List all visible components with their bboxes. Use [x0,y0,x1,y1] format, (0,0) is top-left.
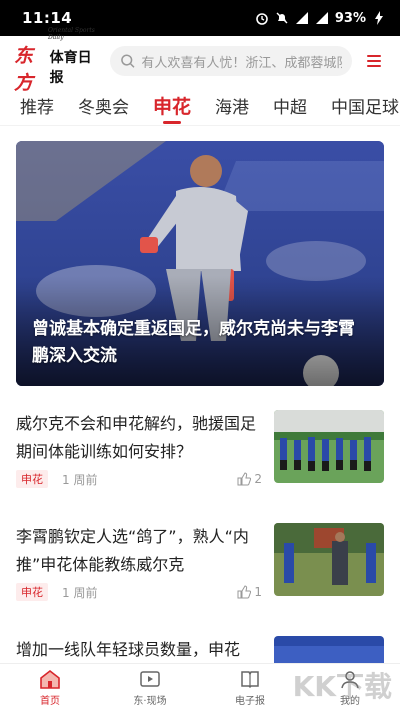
search-placeholder: 有人欢喜有人忧！浙江、成都蓉城队 [141,55,342,71]
category-tag: 申花 [16,470,48,488]
news-meta: 申花 1 周前 1 [16,583,262,601]
tab-csl[interactable]: 中超 [273,86,307,126]
like-button[interactable]: 1 [237,585,262,599]
news-thumbnail [274,523,384,596]
signal-icon-2 [315,12,328,24]
charging-icon [375,11,383,25]
news-item[interactable]: 威尔克不会和申花解约，驰援国足期间体能训练如何安排？ 申花 1 周前 2 [16,410,384,490]
news-item[interactable]: 李霄鹏钦定人选“鸽了”，熟人“内推”申花体能教练威尔克 申花 1 周前 1 [16,523,384,603]
tab-china-football[interactable]: 中国足球 [331,86,399,126]
mute-icon [276,12,288,24]
category-tag: 申花 [16,583,48,601]
watermark: KK下载 [292,670,392,703]
nav-label: 东·现场 [133,695,167,707]
thumbs-up-icon [237,472,252,486]
status-icons: 93% [255,11,386,26]
news-thumbnail [274,410,384,483]
logo-english: Oriental Sports Daily [48,27,95,41]
news-meta: 申花 1 周前 2 [16,470,262,488]
like-button[interactable]: 2 [237,472,262,486]
news-title: 增加一线队年轻球员数量，申花 [16,640,241,659]
tab-haigang[interactable]: 海港 [215,86,249,126]
hero-article[interactable]: 曾诚基本确定重返国足，威尔克尚未与李霄鹏深入交流 [16,141,384,386]
tab-shenhua[interactable]: 申花 [153,86,191,126]
nav-home[interactable]: 首页 [0,664,100,711]
nav-label: 首页 [40,695,60,707]
status-time: 11:14 [22,9,73,27]
menu-icon [367,55,381,67]
publish-time: 1 周前 [62,472,98,487]
menu-button[interactable] [360,47,388,75]
thumbs-up-icon [237,585,252,599]
battery-percent: 93% [334,10,366,26]
hero-title: 曾诚基本确定重返国足，威尔克尚未与李霄鹏深入交流 [32,319,355,366]
nav-live[interactable]: 东·现场 [100,664,200,711]
logo-black-text: 体育日报 [49,50,92,86]
search-input[interactable]: 有人欢喜有人忧！浙江、成都蓉城队 [110,46,352,76]
tab-recommend[interactable]: 推荐 [20,86,54,126]
signal-icon [295,12,308,24]
news-title: 威尔克不会和申花解约，驰援国足期间体能训练如何安排？ [16,414,257,461]
like-count: 2 [254,472,262,486]
home-icon [40,669,60,689]
alarm-icon [256,13,268,25]
nav-epaper[interactable]: 电子报 [200,664,300,711]
channel-tabs: 推荐 冬奥会 申花 海港 中超 中国足球 [0,86,400,126]
search-icon [121,54,135,68]
like-count: 1 [254,585,262,599]
video-icon [140,670,160,687]
tab-winter-olympics[interactable]: 冬奥会 [78,86,129,126]
news-title: 李霄鹏钦定人选“鸽了”，熟人“内推”申花体能教练威尔克 [16,527,249,574]
nav-label: 电子报 [235,695,265,707]
app-header: Oriental Sports Daily 东方 体育日报 有人欢喜有人忧！浙江… [0,27,400,94]
publish-time: 1 周前 [62,585,98,600]
newspaper-icon [241,670,259,688]
